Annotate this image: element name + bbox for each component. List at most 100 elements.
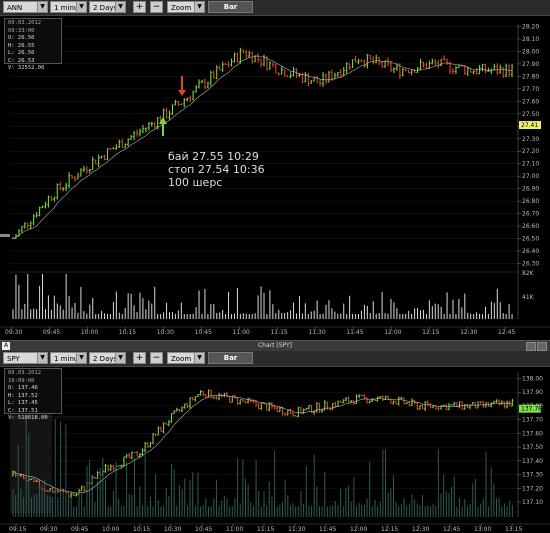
volume-bar <box>310 311 312 319</box>
volume-bar <box>429 506 431 517</box>
volume-bar <box>83 311 85 319</box>
top-price-chart[interactable]: 28.20 28.10 28.00 27.90 27.80 27.70 27.60 27.50… <box>0 16 550 341</box>
zoom-in-button[interactable]: + <box>133 352 146 364</box>
ohlc-timestamp: 09.03.2012 09:33:00 <box>8 20 42 34</box>
chart-style-button[interactable]: Bar <box>208 1 253 13</box>
symbol-select[interactable]: SPY ▼ <box>3 352 48 364</box>
volume-bar <box>257 295 259 319</box>
chevron-down-icon[interactable]: ▼ <box>37 2 47 12</box>
price-tick-label: 26.70 <box>522 211 539 218</box>
volume-bar <box>357 314 359 319</box>
minimize-icon[interactable] <box>526 342 536 351</box>
volume-bar <box>252 505 254 517</box>
price-tick-label: 26.60 <box>522 223 539 230</box>
volume-bar <box>91 477 93 517</box>
volume-bar <box>25 419 27 517</box>
volume-bar <box>295 313 297 319</box>
zoom-select[interactable]: Zoom ▼ <box>167 352 205 364</box>
price-tick-label: 26.30 <box>522 261 539 268</box>
volume-bar <box>200 506 202 517</box>
volume-bar <box>112 301 114 319</box>
bottom-price-chart[interactable]: 138.00137.90137.80137.70137.60137.50137.… <box>0 367 550 533</box>
volume-bar <box>479 313 481 319</box>
volume-bar <box>381 292 383 319</box>
volume-bar <box>23 496 25 517</box>
volume-bar <box>467 312 469 319</box>
price-tick-label: 27.30 <box>522 136 539 143</box>
volume-bar <box>511 504 513 517</box>
zoom-out-button[interactable]: − <box>150 352 163 364</box>
chevron-down-icon[interactable]: ▼ <box>76 353 86 363</box>
volume-bar <box>71 307 73 319</box>
volume-bar <box>358 503 360 517</box>
volume-bar <box>186 505 188 517</box>
chevron-down-icon[interactable]: ▼ <box>115 353 125 363</box>
volume-bar <box>272 304 274 319</box>
volume-bar <box>180 302 182 319</box>
chevron-down-icon[interactable]: ▼ <box>37 353 47 363</box>
volume-bar <box>49 496 51 517</box>
volume-bar <box>487 313 489 319</box>
volume-bar <box>446 292 448 319</box>
volume-bar <box>104 313 106 319</box>
symbol-select[interactable]: ANN ▼ <box>3 1 48 13</box>
volume-bar <box>236 287 238 319</box>
volume-bar <box>387 313 389 319</box>
volume-bar <box>67 493 69 517</box>
volume-bar <box>50 309 52 319</box>
volume-bar <box>52 496 54 517</box>
volume-bar <box>210 304 212 319</box>
volume-bar <box>255 460 257 517</box>
interval-select[interactable]: 1 minute ▼ <box>50 352 87 364</box>
volume-bar <box>41 484 43 517</box>
volume-bar <box>68 296 70 319</box>
zoom-select[interactable]: Zoom ▼ <box>167 1 205 13</box>
zoom-in-button[interactable]: + <box>133 1 146 13</box>
volume-bar <box>174 313 176 319</box>
volume-bar <box>390 298 392 319</box>
volume-bar <box>219 312 221 319</box>
price-tick-label: 26.90 <box>522 186 539 193</box>
ohlc-low: L: 26.50 <box>8 50 35 56</box>
chevron-down-icon[interactable]: ▼ <box>76 2 86 12</box>
volume-bar <box>349 295 351 319</box>
volume-bar <box>242 459 244 517</box>
maximize-icon[interactable] <box>537 342 547 351</box>
chevron-down-icon[interactable]: ▼ <box>115 2 125 12</box>
chart-style-button[interactable]: Bar <box>208 352 253 364</box>
volume-bar <box>70 497 72 517</box>
range-select[interactable]: 2 Days ▼ <box>89 352 126 364</box>
volume-bar <box>133 305 135 319</box>
volume-bar <box>406 505 408 517</box>
volume-bar <box>110 506 112 517</box>
chevron-down-icon[interactable]: ▼ <box>194 353 204 363</box>
volume-bar <box>147 505 149 517</box>
volume-bar <box>334 501 336 517</box>
volume-bar <box>443 474 445 517</box>
volume-bar <box>242 313 244 319</box>
volume-bar <box>298 295 300 319</box>
volume-bar <box>343 303 345 319</box>
volume-bar <box>149 496 151 517</box>
price-tick-label: 137.60 <box>522 430 543 437</box>
volume-bar <box>30 497 32 517</box>
volume-bar <box>371 505 373 517</box>
time-tick-label: 11:15 <box>270 329 287 336</box>
volume-bar <box>245 313 247 319</box>
volume-bar <box>81 493 83 517</box>
volume-bar <box>422 494 424 517</box>
volume-bar <box>474 478 476 517</box>
chevron-down-icon[interactable]: ▼ <box>194 2 204 12</box>
interval-select[interactable]: 1 minute ▼ <box>50 1 87 13</box>
volume-bar <box>78 491 80 517</box>
volume-bar <box>136 312 138 319</box>
volume-bar <box>470 313 472 319</box>
volume-bar <box>239 503 241 517</box>
volume-bar <box>57 497 59 517</box>
zoom-out-button[interactable]: − <box>150 1 163 13</box>
zoom-value: Zoom <box>171 4 192 12</box>
range-select[interactable]: 2 Days ▼ <box>89 1 126 13</box>
volume-bar <box>414 499 416 517</box>
volume-bar <box>385 449 387 517</box>
volume-bar <box>427 505 429 517</box>
